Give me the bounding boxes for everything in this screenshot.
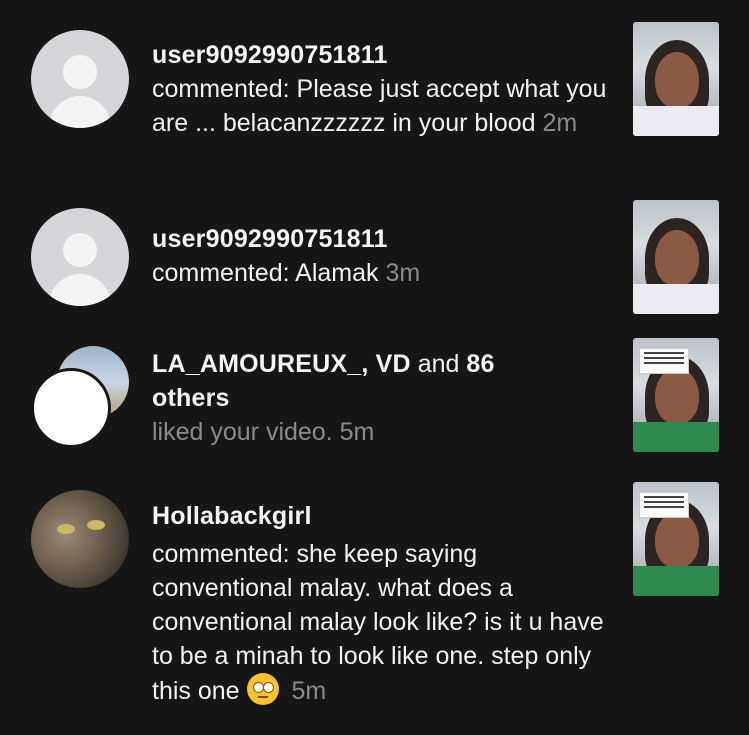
username[interactable]: user9092990751811 [152, 222, 612, 256]
others-text: others [152, 384, 230, 412]
comment-text: Alamak [295, 259, 379, 287]
notification-text: Hollabackgirl commented: she keep saying… [152, 499, 612, 708]
user-avatar[interactable] [31, 208, 129, 306]
notification-text: LA_AMOUREUX_, VD and 86 others liked you… [152, 347, 612, 449]
liker-names[interactable]: LA_AMOUREUX_, VD [152, 350, 411, 378]
user-avatar[interactable] [31, 490, 129, 588]
user-avatar [31, 368, 111, 448]
username[interactable]: Hollabackgirl [152, 499, 612, 533]
timestamp: 5m [339, 418, 375, 446]
like-text: liked your video. [152, 418, 333, 446]
default-avatar-icon [63, 55, 97, 89]
default-avatar-icon [63, 233, 97, 267]
user-avatar[interactable] [31, 30, 129, 128]
username[interactable]: user9092990751811 [152, 38, 612, 72]
notification-text: user9092990751811 commented: Please just… [152, 38, 612, 140]
video-thumbnail[interactable] [633, 482, 719, 596]
and-text: and [417, 350, 460, 378]
liker-avatars[interactable] [31, 346, 131, 448]
video-thumbnail[interactable] [633, 338, 719, 452]
timestamp: 3m [385, 259, 421, 287]
eye-roll-emoji-icon [246, 673, 279, 705]
action-text: commented: [152, 75, 290, 103]
action-text: commented: [152, 259, 290, 287]
timestamp: 2m [542, 109, 578, 137]
liker-count: 86 [466, 350, 495, 378]
action-text: commented: [152, 540, 290, 568]
video-thumbnail[interactable] [633, 200, 719, 314]
video-thumbnail[interactable] [633, 22, 719, 136]
timestamp: 5m [291, 677, 327, 705]
notification-text: user9092990751811 commented: Alamak 3m [152, 222, 612, 290]
